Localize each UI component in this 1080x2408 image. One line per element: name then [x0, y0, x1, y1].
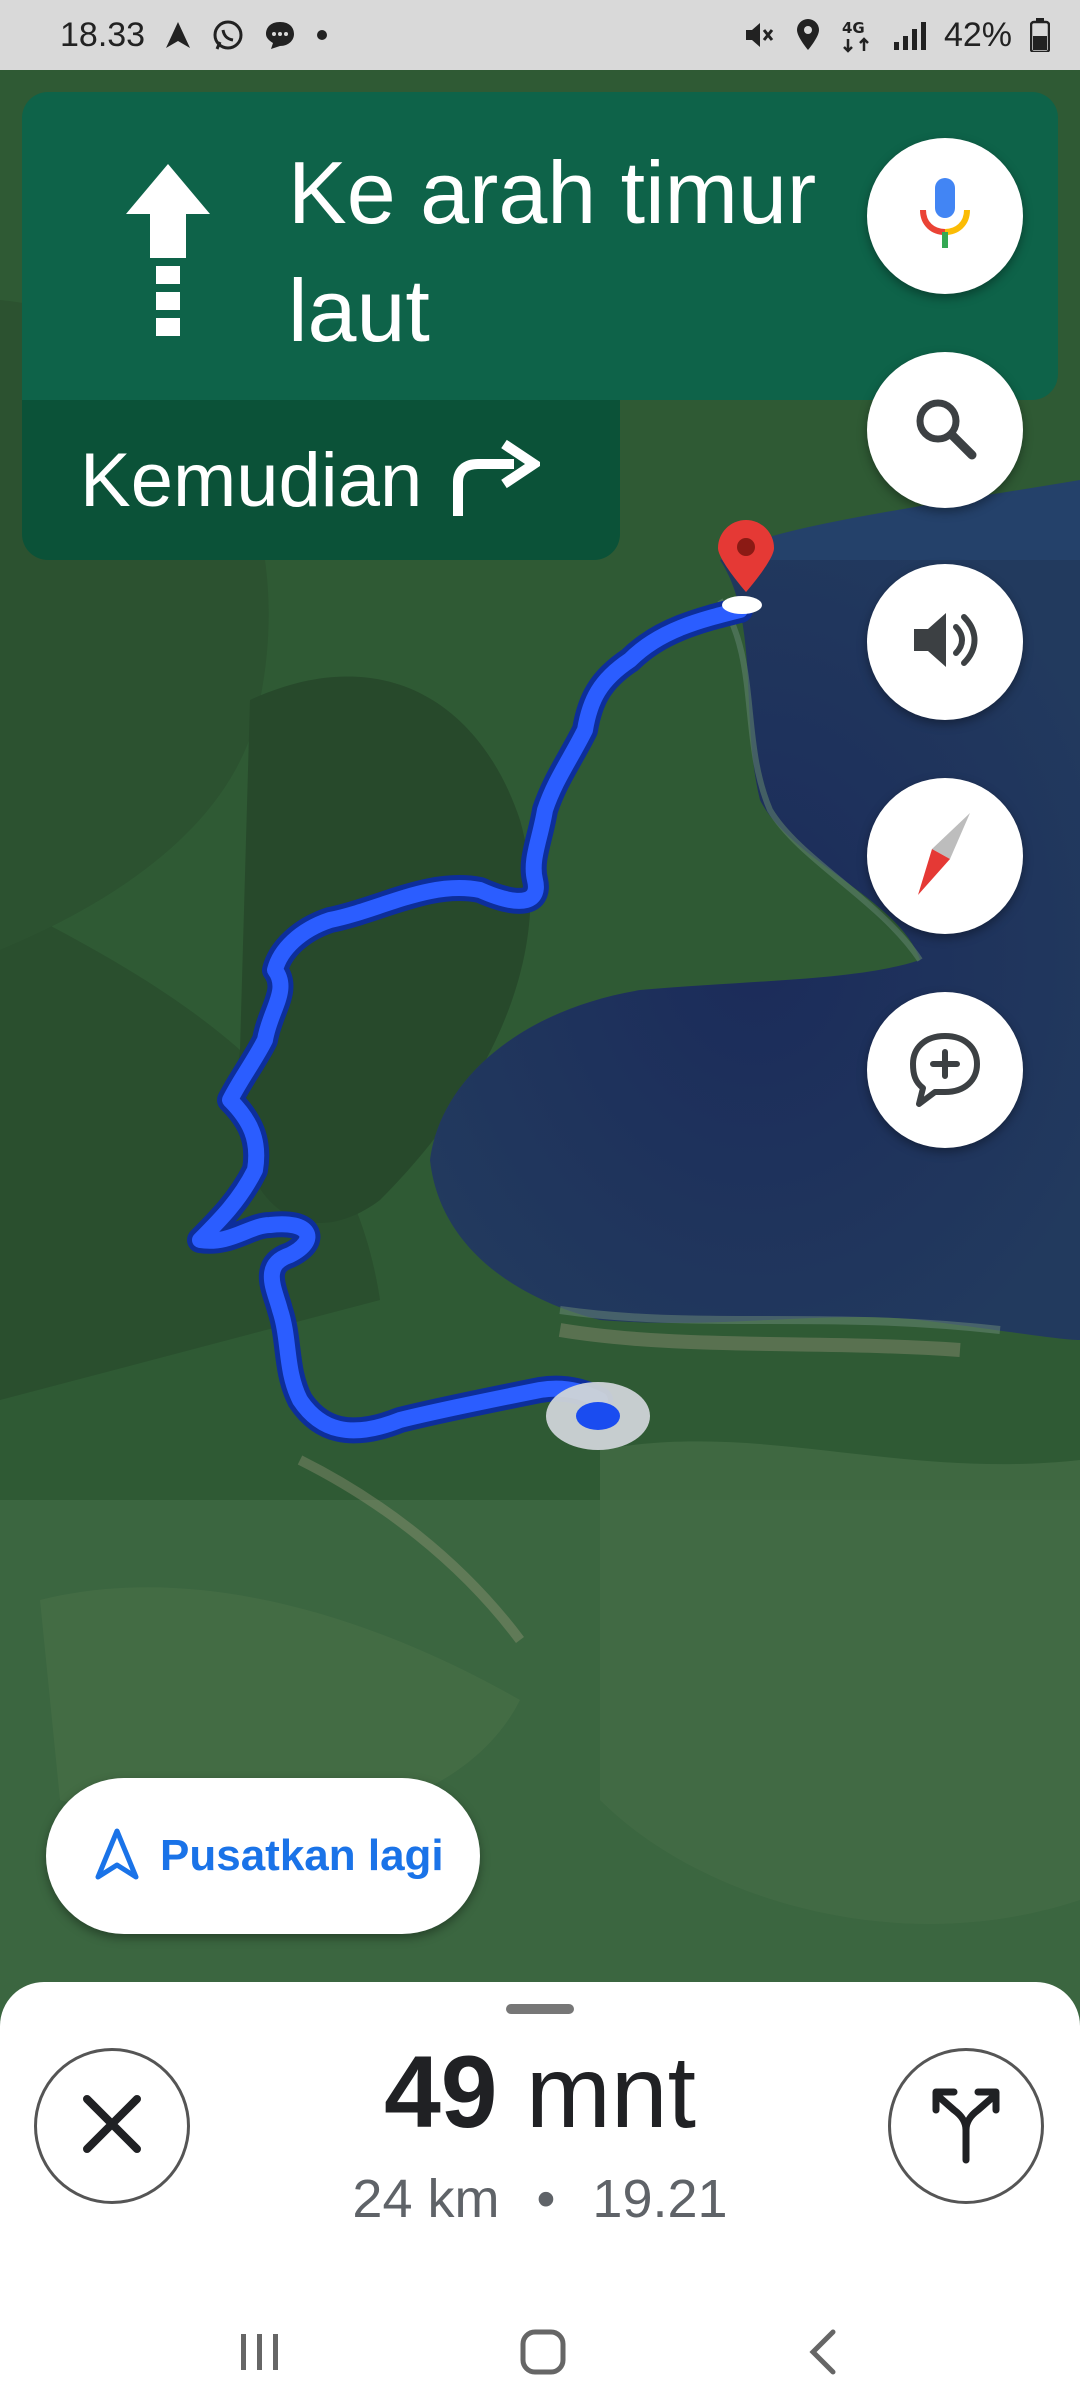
voice-search-button[interactable] — [867, 138, 1023, 294]
eta-value: 49 — [384, 2035, 498, 2149]
svg-text:4G: 4G — [842, 19, 865, 37]
battery-icon — [1030, 18, 1050, 52]
dot-icon — [315, 28, 329, 42]
compass-icon — [910, 809, 980, 904]
sound-button[interactable] — [867, 564, 1023, 720]
arrival-time: 19.21 — [592, 2169, 728, 2229]
turn-right-icon — [448, 438, 544, 523]
recent-apps-icon[interactable] — [237, 2330, 283, 2379]
recenter-button[interactable]: Pusatkan lagi — [46, 1778, 480, 1934]
volume-icon — [908, 605, 982, 680]
trip-separator: • — [536, 2169, 556, 2229]
system-navigation-bar — [0, 2300, 1080, 2408]
eta-unit: mnt — [525, 2035, 696, 2149]
search-icon — [910, 393, 980, 468]
clock: 18.33 — [60, 15, 146, 54]
home-icon[interactable] — [518, 2327, 568, 2382]
whatsapp-icon — [211, 18, 245, 52]
status-bar: 18.33 4G 42% — [0, 0, 1080, 70]
add-report-icon — [905, 1028, 985, 1113]
battery-percent: 42% — [943, 15, 1012, 54]
compass-button[interactable] — [867, 778, 1023, 934]
trip-distance: 24 km — [352, 2169, 500, 2229]
signal-icon — [892, 20, 926, 50]
4g-icon: 4G — [840, 17, 874, 53]
mic-icon — [915, 174, 975, 259]
back-icon[interactable] — [803, 2327, 843, 2382]
navigation-icon — [163, 20, 193, 50]
search-button[interactable] — [867, 352, 1023, 508]
arrow-up-icon — [120, 158, 216, 368]
alternate-routes-button[interactable] — [888, 2048, 1044, 2204]
location-icon — [794, 18, 822, 52]
sheet-drag-handle[interactable] — [506, 2004, 574, 2014]
alternate-routes-icon — [926, 2084, 1006, 2169]
next-maneuver-bar[interactable]: Kemudian — [22, 400, 620, 560]
maneuver-text: Ke arah timur laut — [288, 143, 817, 360]
current-location-icon — [546, 1382, 650, 1450]
then-label: Kemudian — [80, 437, 423, 523]
add-report-button[interactable] — [867, 992, 1023, 1148]
message-icon — [263, 18, 297, 52]
mute-icon — [742, 18, 776, 52]
navigation-arrow-icon — [94, 1827, 140, 1886]
recenter-label: Pusatkan lagi — [160, 1831, 444, 1880]
